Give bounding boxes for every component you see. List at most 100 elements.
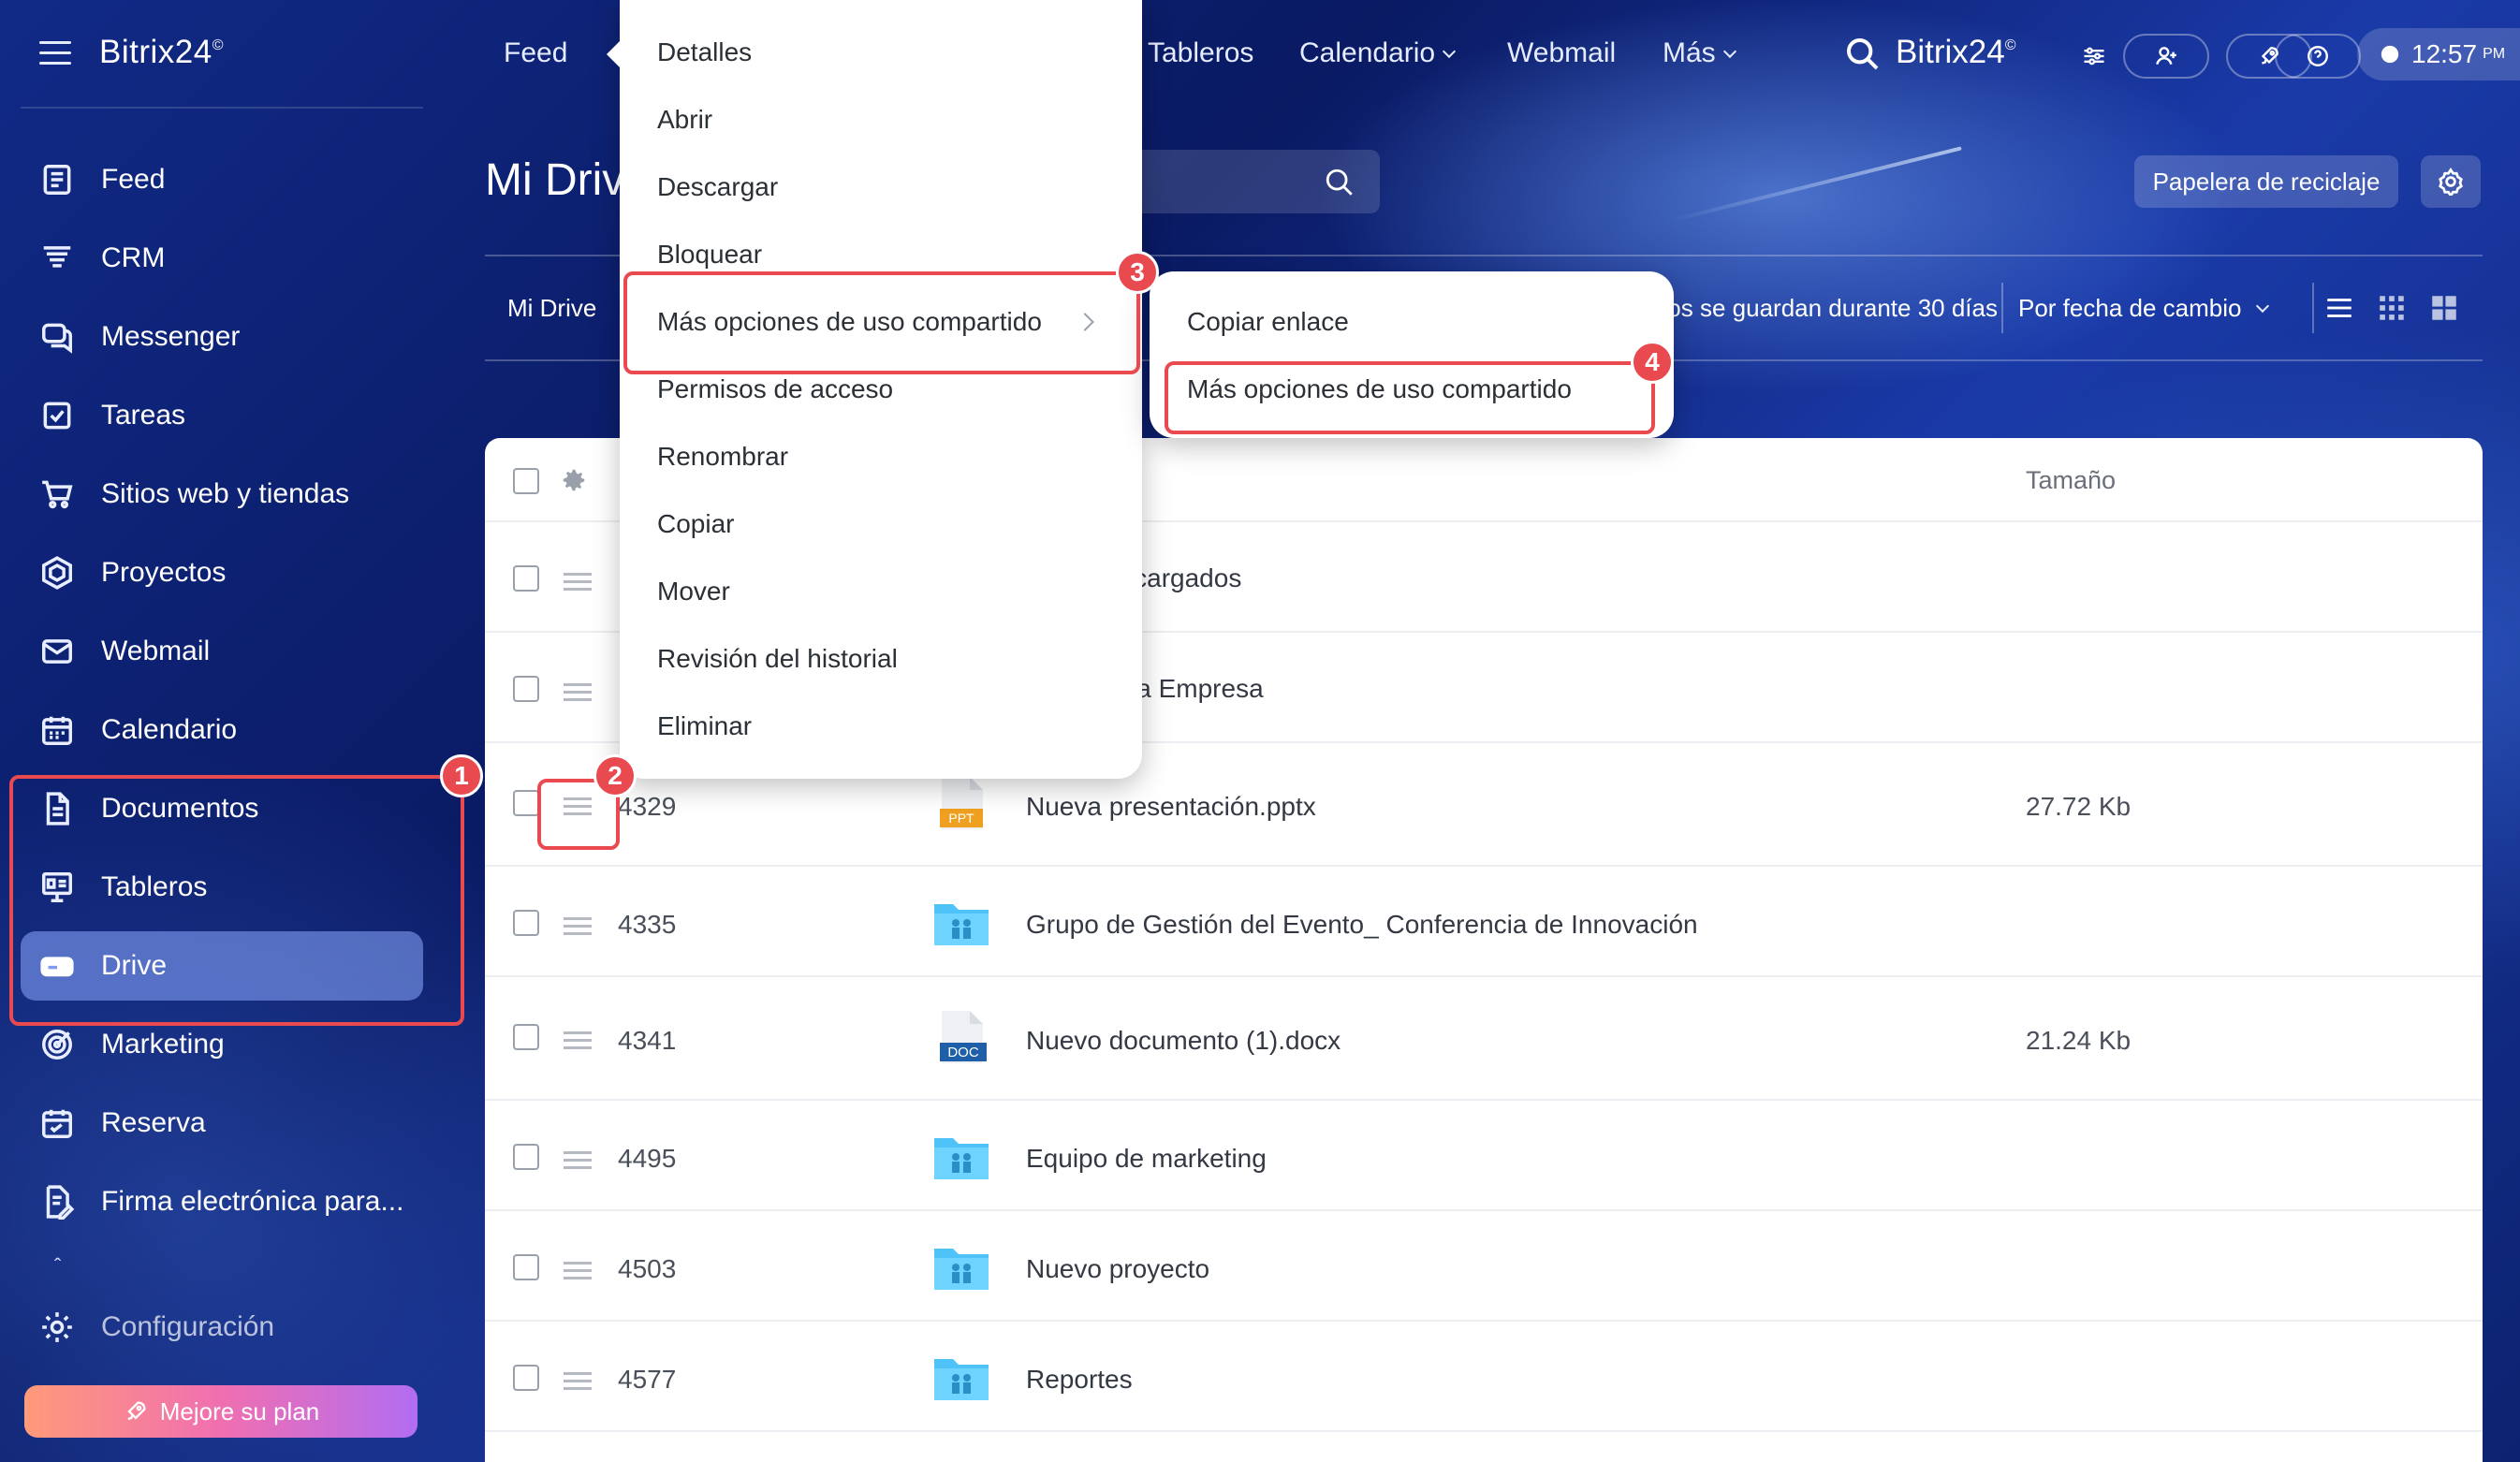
table-row[interactable]: 4335 Grupo de Gestión del Evento_ Confer…	[485, 867, 2483, 977]
row-checkbox[interactable]	[513, 1365, 539, 1391]
gear-icon	[2439, 168, 2463, 196]
row-menu-icon[interactable]	[564, 683, 592, 702]
sidebar-item-projects[interactable]: Proyectos	[21, 534, 423, 612]
file-name[interactable]: Nueva presentación.pptx	[1026, 792, 1316, 822]
toolbar-separator	[2312, 283, 2314, 333]
upgrade-plan-label: Mejore su plan	[159, 1396, 320, 1425]
file-name[interactable]: Nuevo proyecto	[1026, 1254, 1209, 1284]
row-checkbox[interactable]	[513, 1144, 539, 1170]
menu-item-details[interactable]: Detalles	[657, 37, 752, 67]
clock-time: 12:57	[2411, 39, 2478, 68]
search-icon[interactable]	[1844, 36, 1882, 73]
messenger-icon	[37, 317, 77, 357]
table-row[interactable]: 4503 Nuevo proyecto	[485, 1211, 2483, 1322]
row-checkbox[interactable]	[513, 1254, 539, 1280]
search-icon[interactable]	[1324, 167, 1355, 198]
help-icon	[2308, 46, 2328, 66]
menu-item-delete[interactable]: Eliminar	[657, 711, 752, 741]
drive-settings-button[interactable]	[2421, 155, 2481, 208]
row-checkbox[interactable]	[513, 676, 539, 702]
highlight-box-3	[623, 271, 1140, 374]
sidebar-item-crm[interactable]: CRM	[21, 219, 423, 298]
file-id: 4577	[618, 1365, 677, 1394]
column-header-size[interactable]: Tamaño	[2026, 466, 2116, 495]
menu-item-copy[interactable]: Copiar	[657, 509, 734, 539]
filter-settings-icon[interactable]	[2080, 43, 2108, 69]
menu-item-move[interactable]: Mover	[657, 577, 730, 607]
sort-dropdown[interactable]: Por fecha de cambio	[2018, 294, 2270, 323]
sidebar-item-tasks[interactable]: Tareas	[21, 376, 423, 455]
sidebar-item-booking[interactable]: Reserva	[21, 1084, 423, 1162]
upgrade-plan-button[interactable]: Mejore su plan	[24, 1385, 418, 1438]
recycle-bin-button[interactable]: Papelera de reciclaje	[2134, 155, 2398, 208]
menu-item-history[interactable]: Revisión del historial	[657, 644, 898, 674]
file-id: 4329	[618, 792, 677, 821]
sidebar-item-settings[interactable]: Configuración	[21, 1288, 423, 1367]
sidebar: Bitrix24© Feed CRM Messenger Tareas Siti…	[0, 0, 444, 1462]
file-name[interactable]: Grupo de Gestión del Evento_ Conferencia…	[1026, 910, 1698, 940]
hamburger-menu-icon[interactable]	[39, 41, 71, 66]
sidebar-item-label: Messenger	[101, 321, 241, 352]
breadcrumb[interactable]: Mi Drive	[507, 294, 596, 323]
submenu-item-copy-link[interactable]: Copiar enlace	[1187, 307, 1349, 337]
menu-item-access-permissions[interactable]: Permisos de acceso	[657, 374, 893, 404]
table-row[interactable]: 4495 Equipo de marketing	[485, 1101, 2483, 1211]
invite-user-button[interactable]	[2123, 34, 2209, 79]
crm-icon	[37, 239, 77, 278]
row-menu-icon[interactable]	[564, 1151, 592, 1170]
row-menu-icon[interactable]	[564, 1031, 592, 1050]
menu-item-rename[interactable]: Renombrar	[657, 442, 788, 472]
nav-calendar[interactable]: Calendario	[1299, 37, 1457, 69]
row-menu-icon[interactable]	[564, 917, 592, 936]
feed-icon	[37, 160, 77, 199]
clock-suffix: PM	[2483, 46, 2506, 62]
file-name[interactable]: Nuevo documento (1).docx	[1026, 1026, 1341, 1056]
brand-logo[interactable]: Bitrix24©	[1896, 34, 2016, 71]
list-view-icon[interactable]	[2323, 292, 2355, 324]
column-settings-gear-icon[interactable]	[560, 466, 588, 494]
table-row[interactable]: 4341 DOC Nuevo documento (1).docx 21.24 …	[485, 977, 2483, 1101]
large-grid-view-icon[interactable]	[2428, 292, 2460, 324]
rocket-icon	[127, 1401, 146, 1421]
marketing-icon	[37, 1025, 77, 1064]
sidebar-item-messenger[interactable]: Messenger	[21, 298, 423, 376]
sidebar-item-label: Proyectos	[101, 557, 227, 588]
sidebar-item-feed[interactable]: Feed	[21, 140, 423, 219]
clock-icon	[2381, 45, 2399, 64]
small-grid-view-icon[interactable]	[2376, 292, 2408, 324]
sidebar-item-esignature[interactable]: Firma electrónica para...	[21, 1162, 423, 1241]
collapse-caret-icon[interactable]: ˆ	[54, 1254, 61, 1279]
shared-folder-icon	[934, 1249, 989, 1290]
row-menu-icon[interactable]	[564, 573, 592, 592]
sidebar-item-sites[interactable]: Sitios web y tiendas	[21, 455, 423, 534]
select-all-checkbox[interactable]	[513, 468, 539, 494]
nav-more[interactable]: Más	[1663, 37, 1736, 69]
retention-note: Los archivos eliminados se guardan duran…	[1668, 294, 1998, 322]
help-button[interactable]	[2275, 34, 2361, 79]
row-menu-icon[interactable]	[564, 1262, 592, 1280]
chevron-down-icon	[1443, 44, 1457, 59]
file-name[interactable]: Equipo de marketing	[1026, 1144, 1267, 1174]
row-checkbox[interactable]	[513, 1024, 539, 1050]
file-name[interactable]: Reportes	[1026, 1365, 1133, 1395]
sidebar-item-calendar[interactable]: Calendario	[21, 691, 423, 769]
table-row[interactable]: 4577 Reportes	[485, 1322, 2483, 1432]
sidebar-item-webmail[interactable]: Webmail	[21, 612, 423, 691]
menu-item-download[interactable]: Descargar	[657, 172, 778, 202]
chevron-down-icon	[1722, 44, 1736, 59]
menu-item-lock[interactable]: Bloquear	[657, 240, 762, 270]
file-id: 4341	[618, 1026, 677, 1055]
file-size: 27.72 Kb	[2026, 792, 2132, 821]
view-switcher	[2323, 292, 2460, 324]
row-checkbox[interactable]	[513, 910, 539, 936]
nav-feed[interactable]: Feed	[504, 37, 567, 69]
row-checkbox[interactable]	[513, 565, 539, 592]
row-checkbox[interactable]	[513, 790, 539, 816]
nav-webmail[interactable]: Webmail	[1507, 37, 1616, 69]
nav-boards[interactable]: Tableros	[1148, 37, 1253, 69]
clock-widget[interactable]: 12:57 PM	[2357, 28, 2520, 80]
app-logo[interactable]: Bitrix24©	[99, 34, 224, 71]
row-menu-icon[interactable]	[564, 1372, 592, 1391]
menu-item-open[interactable]: Abrir	[657, 105, 712, 135]
sidebar-item-label: CRM	[101, 242, 166, 273]
